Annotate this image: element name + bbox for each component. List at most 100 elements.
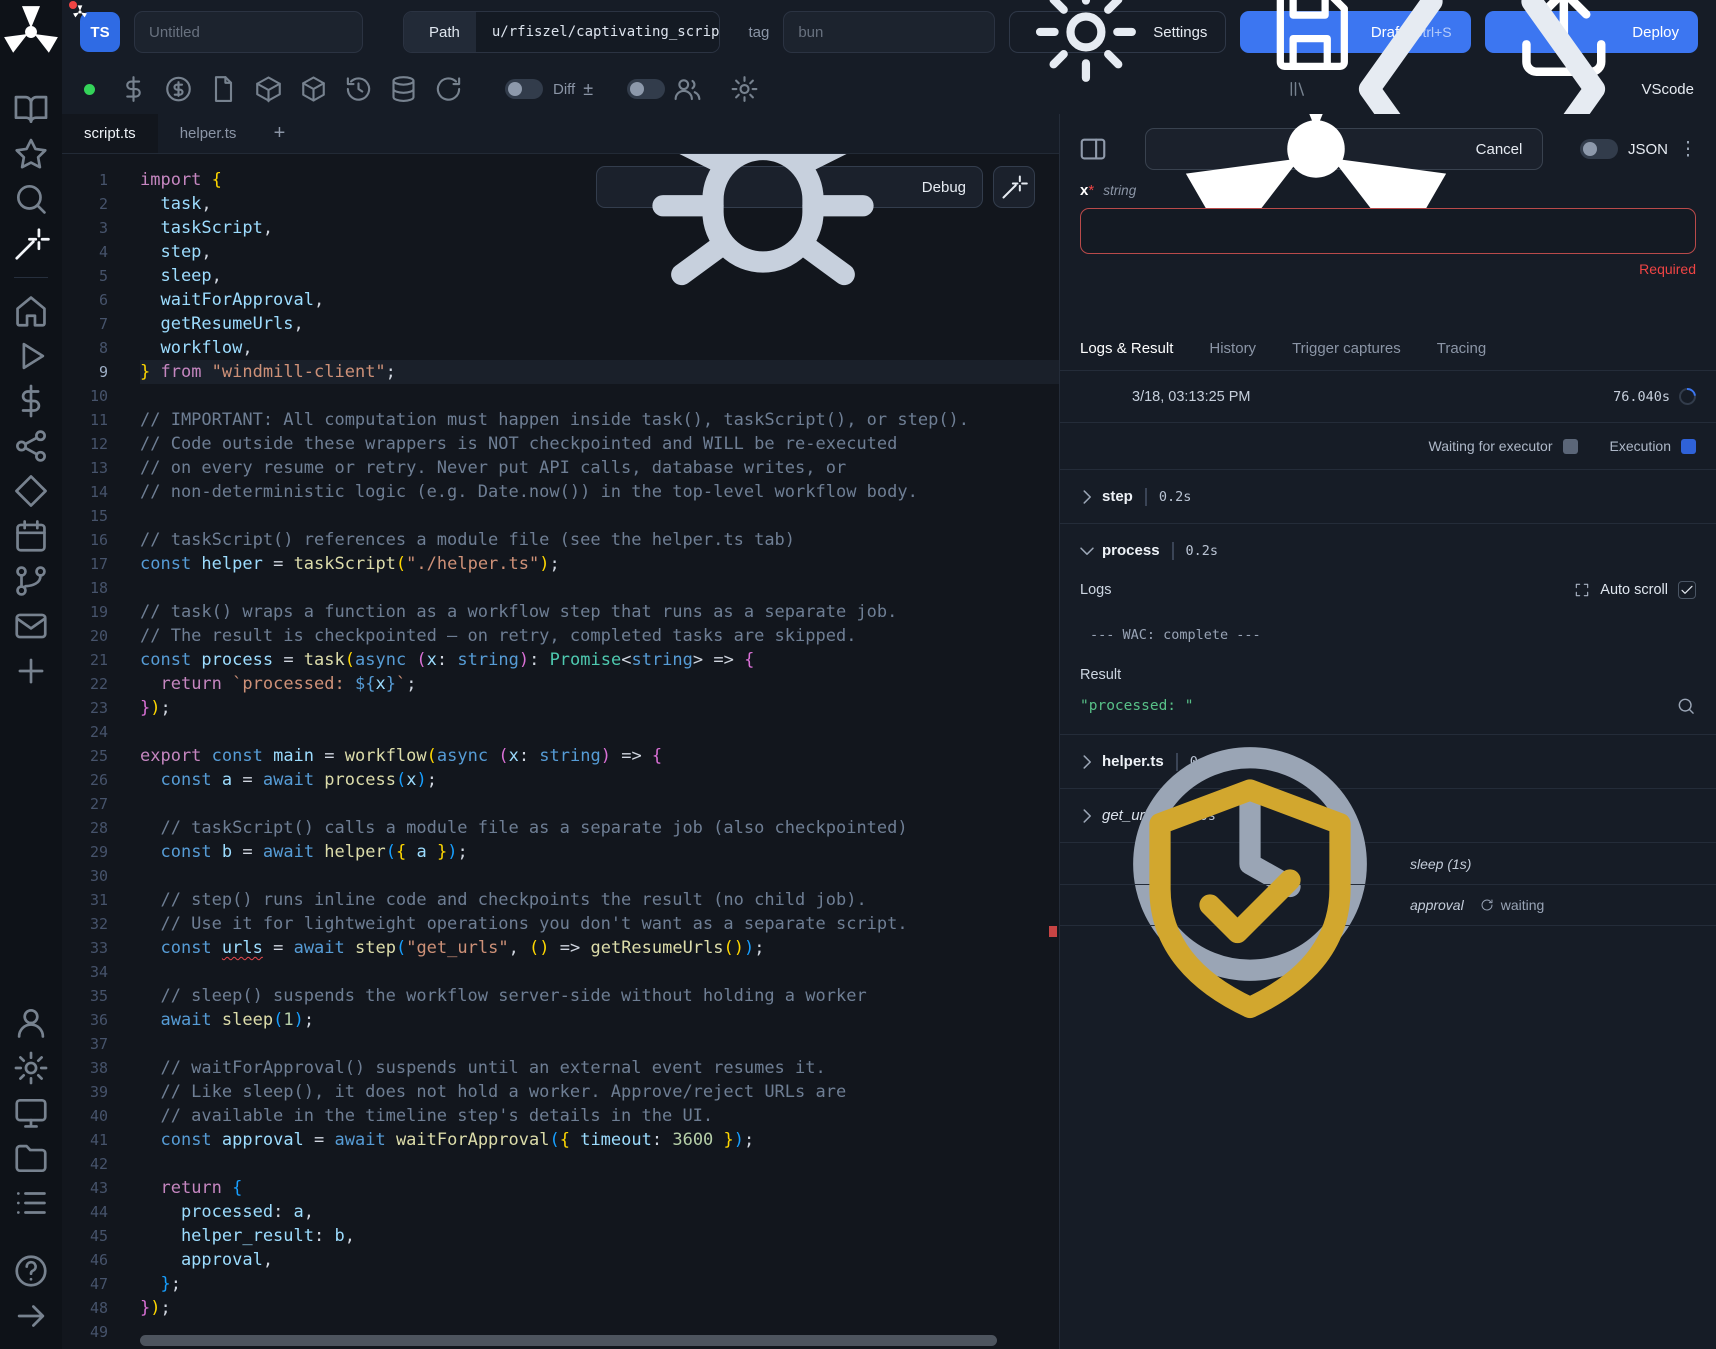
code-line: export const main = workflow(async (x: s… bbox=[140, 744, 1059, 768]
dollar-alt-icon[interactable] bbox=[156, 74, 201, 104]
tab-tracing[interactable]: Tracing bbox=[1437, 327, 1486, 370]
sidebar-graph-icon[interactable] bbox=[12, 427, 50, 465]
tab-logs-result[interactable]: Logs & Result bbox=[1080, 327, 1173, 370]
code-line: const helper = taskScript("./helper.ts")… bbox=[140, 552, 1059, 576]
sidebar-mail-icon[interactable] bbox=[12, 607, 50, 645]
sidebar-star-icon[interactable] bbox=[12, 135, 50, 173]
sidebar-calendar-icon[interactable] bbox=[12, 517, 50, 555]
tab-history[interactable]: History bbox=[1209, 327, 1256, 370]
code-line: // step() runs inline code and checkpoin… bbox=[140, 888, 1059, 912]
line-number: 16 bbox=[62, 528, 126, 552]
line-number: 31 bbox=[62, 888, 126, 912]
code-editor[interactable]: 1234567891011121314151617181920212223242… bbox=[62, 154, 1059, 1349]
code-line: // sleep() suspends the workflow server-… bbox=[140, 984, 1059, 1008]
library-icon[interactable] bbox=[1288, 79, 1308, 99]
sidebar-user-icon[interactable] bbox=[12, 1004, 50, 1042]
horizontal-scrollbar[interactable] bbox=[140, 1335, 997, 1346]
package-icon[interactable] bbox=[246, 74, 291, 104]
sidebar-flow-icon[interactable] bbox=[12, 562, 50, 600]
sidebar-gear-icon[interactable] bbox=[12, 1049, 50, 1087]
timeline-row-step[interactable]: step 0.2s bbox=[1060, 469, 1716, 523]
legend-execution-swatch bbox=[1681, 439, 1696, 454]
process-duration: 0.2s bbox=[1186, 543, 1219, 559]
line-number: 6 bbox=[62, 288, 126, 312]
expand-icon[interactable] bbox=[1574, 582, 1590, 598]
history-icon[interactable] bbox=[336, 74, 381, 104]
process-details: Logs Auto scroll --- WAC: complete --- R… bbox=[1060, 577, 1716, 734]
diff-toggle[interactable] bbox=[505, 79, 543, 99]
code-line: // task() wraps a function as a workflow… bbox=[140, 600, 1059, 624]
cancel-label: Cancel bbox=[1476, 141, 1523, 158]
code-line bbox=[140, 960, 1059, 984]
json-toggle[interactable] bbox=[1580, 139, 1618, 159]
file-icon[interactable] bbox=[201, 74, 246, 104]
database-icon[interactable] bbox=[381, 74, 426, 104]
autoscroll-checkbox[interactable] bbox=[1678, 581, 1696, 599]
sidebar-home-icon[interactable] bbox=[12, 292, 50, 330]
sidebar-book-icon[interactable] bbox=[12, 90, 50, 128]
line-number: 9 bbox=[62, 360, 126, 384]
sidebar-diamond-icon[interactable] bbox=[12, 472, 50, 510]
step-name: step bbox=[1102, 488, 1133, 505]
line-number: 49 bbox=[62, 1320, 126, 1344]
cancel-button[interactable]: Cancel bbox=[1145, 128, 1544, 170]
tag-input[interactable] bbox=[783, 11, 995, 53]
sidebar-arrow-right-icon[interactable] bbox=[12, 1297, 50, 1335]
path-button[interactable]: Path bbox=[404, 12, 476, 52]
tag-label: tag bbox=[748, 24, 769, 41]
editor-tabbar: script.ts helper.ts + bbox=[62, 114, 1059, 154]
code-content[interactable]: import { task, taskScript, step, sleep, … bbox=[126, 154, 1059, 1349]
tab-script-ts[interactable]: script.ts bbox=[62, 114, 158, 153]
code-line: // non-deterministic logic (e.g. Date.no… bbox=[140, 480, 1059, 504]
code-line: // taskScript() calls a module file as a… bbox=[140, 816, 1059, 840]
tab-trigger-captures[interactable]: Trigger captures bbox=[1292, 327, 1401, 370]
line-number: 38 bbox=[62, 1056, 126, 1080]
dollar-icon[interactable] bbox=[111, 74, 156, 104]
ai-assist-button[interactable] bbox=[993, 166, 1035, 208]
code-line: }); bbox=[140, 696, 1059, 720]
plus-minus-icon[interactable]: ± bbox=[583, 79, 593, 100]
editor-settings-gear-icon[interactable] bbox=[722, 74, 767, 104]
shield-check-icon bbox=[1100, 755, 1400, 1055]
code-line: step, bbox=[140, 240, 1059, 264]
legend-waiting-label: Waiting for executor bbox=[1429, 438, 1553, 454]
cube-icon[interactable] bbox=[291, 74, 336, 104]
line-number: 3 bbox=[62, 216, 126, 240]
sidebar-plus-icon[interactable] bbox=[12, 652, 50, 690]
search-result-icon[interactable] bbox=[1676, 696, 1696, 716]
sidebar-help-icon[interactable] bbox=[12, 1252, 50, 1290]
tab-helper-ts[interactable]: helper.ts bbox=[158, 114, 259, 153]
script-name-input[interactable] bbox=[134, 11, 363, 53]
code-line: }; bbox=[140, 1272, 1059, 1296]
required-asterisk: * bbox=[1088, 182, 1094, 199]
windmill-logo-icon[interactable] bbox=[0, 0, 62, 64]
debug-button[interactable]: Debug bbox=[596, 166, 983, 208]
sidebar-search-icon[interactable] bbox=[12, 180, 50, 218]
refresh-icon[interactable] bbox=[426, 74, 471, 104]
line-number: 14 bbox=[62, 480, 126, 504]
kebab-menu-icon[interactable]: ⋮ bbox=[1678, 138, 1698, 161]
line-number: 42 bbox=[62, 1152, 126, 1176]
add-tab-button[interactable]: + bbox=[258, 114, 300, 153]
sidebar-monitor-icon[interactable] bbox=[12, 1094, 50, 1132]
line-number-gutter: 1234567891011121314151617181920212223242… bbox=[62, 154, 126, 1349]
timeline-row-process[interactable]: process 0.2s bbox=[1060, 523, 1716, 577]
sidebar-folder-icon[interactable] bbox=[12, 1139, 50, 1177]
line-number: 35 bbox=[62, 984, 126, 1008]
arg-x-input[interactable] bbox=[1080, 208, 1696, 254]
settings-button[interactable]: Settings bbox=[1009, 11, 1226, 53]
sidebar-wand-icon[interactable] bbox=[12, 225, 50, 263]
code-line bbox=[140, 792, 1059, 816]
run-header: 3/18, 03:13:25 PM 76.040s bbox=[1060, 371, 1716, 423]
sidebar-play-icon[interactable] bbox=[12, 337, 50, 375]
timeline-child-approval[interactable]: approval waiting bbox=[1060, 884, 1716, 926]
waiting-label: waiting bbox=[1501, 897, 1545, 913]
sidebar-grid-icon[interactable] bbox=[12, 1184, 50, 1222]
sidebar-divider bbox=[14, 277, 48, 278]
sidebar-dollar-icon[interactable] bbox=[12, 382, 50, 420]
dock-panel-icon[interactable] bbox=[1078, 134, 1108, 164]
line-number: 17 bbox=[62, 552, 126, 576]
multiplayer-toggle[interactable] bbox=[627, 79, 665, 99]
step-duration: 0.2s bbox=[1159, 489, 1192, 505]
users-icon[interactable] bbox=[665, 74, 710, 104]
